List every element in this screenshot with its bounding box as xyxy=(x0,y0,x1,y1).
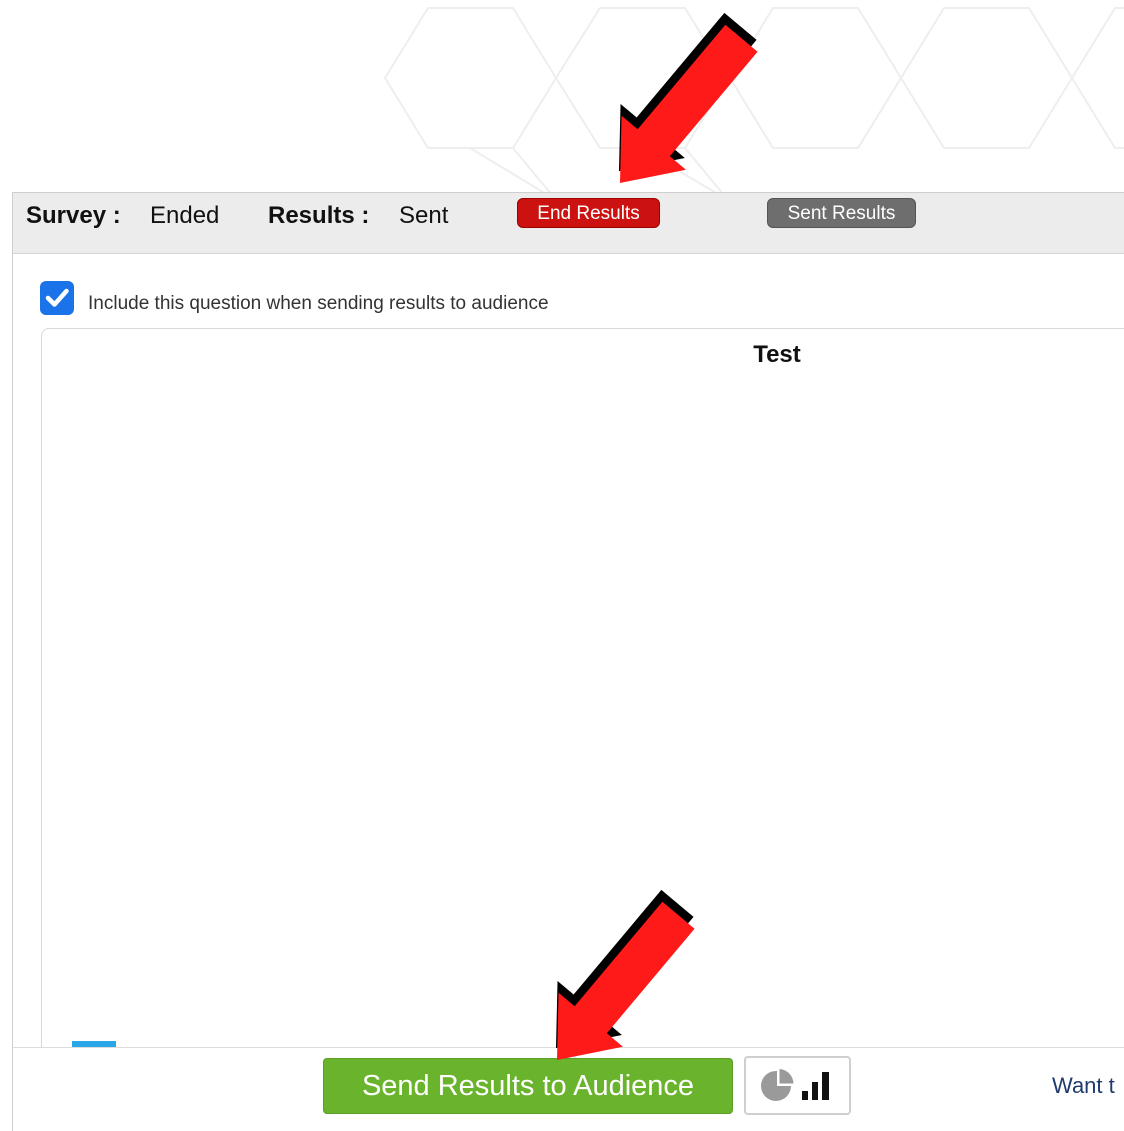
results-status-value: Sent xyxy=(399,202,449,229)
hexagon-background xyxy=(383,7,1124,200)
sent-results-button[interactable]: Sent Results xyxy=(767,198,916,228)
end-results-button[interactable]: End Results xyxy=(517,198,660,228)
want-upsell-link[interactable]: Want t xyxy=(1052,1073,1115,1099)
status-bar: Survey : Ended Results : Sent End Result… xyxy=(13,193,1124,254)
include-question-label: Include this question when sending resul… xyxy=(88,293,549,314)
chart-type-toggle-button[interactable] xyxy=(744,1056,851,1115)
survey-status-label: Survey : xyxy=(26,202,121,229)
results-status-label: Results : xyxy=(268,202,370,229)
chart-card: Test xyxy=(41,328,1124,1088)
survey-status-value: Ended xyxy=(150,202,220,229)
checkmark-icon xyxy=(45,288,69,307)
chart-title: Test xyxy=(753,341,801,368)
include-question-checkbox[interactable] xyxy=(40,281,74,315)
screen: Survey : Ended Results : Sent End Result… xyxy=(0,0,1124,1131)
send-results-button[interactable]: Send Results to Audience xyxy=(323,1058,733,1114)
results-panel: Survey : Ended Results : Sent End Result… xyxy=(12,192,1124,1131)
bottom-action-bar: Send Results to Audience Want t xyxy=(13,1047,1124,1131)
pie-bar-chart-icon xyxy=(761,1069,829,1101)
